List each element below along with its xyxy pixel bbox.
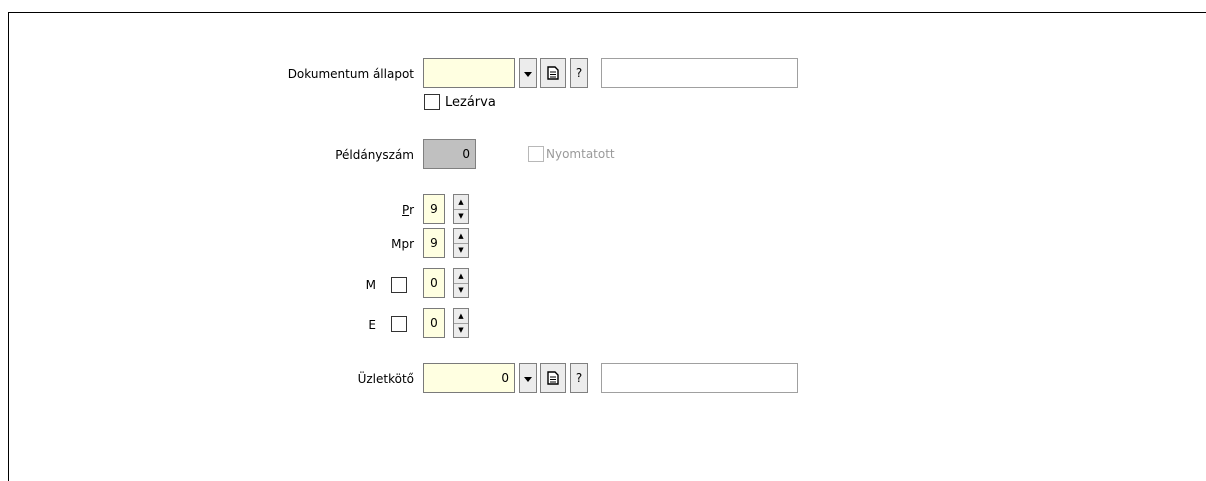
- dokumentum-allapot-help-button[interactable]: ?: [570, 58, 588, 88]
- uzletkoto-help-button[interactable]: ?: [570, 363, 588, 393]
- uzletkoto-description[interactable]: [601, 363, 798, 393]
- uzletkoto-input[interactable]: 0: [423, 363, 515, 393]
- document-icon: [547, 66, 559, 80]
- e-spin-input[interactable]: 0: [423, 308, 445, 338]
- chevron-down-icon: [524, 377, 532, 382]
- e-checkbox[interactable]: [391, 316, 407, 332]
- spin-up-icon[interactable]: ▲: [454, 229, 468, 244]
- pr-label-mnemonic: P: [402, 203, 410, 217]
- uzletkoto-dropdown-button[interactable]: [519, 363, 537, 393]
- pr-label-rest: r: [409, 203, 414, 217]
- chevron-down-icon: [524, 72, 532, 77]
- mpr-spin-buttons[interactable]: ▲ ▼: [453, 228, 469, 258]
- spin-up-icon[interactable]: ▲: [454, 269, 468, 284]
- m-spin-input[interactable]: 0: [423, 268, 445, 298]
- spin-up-icon[interactable]: ▲: [454, 309, 468, 324]
- dokumentum-allapot-dropdown-button[interactable]: [519, 58, 537, 88]
- m-label: M: [365, 278, 376, 292]
- mpr-spin-input[interactable]: 9: [423, 228, 445, 258]
- lezarva-checkbox[interactable]: [424, 94, 440, 110]
- peldanyszam-label: Példányszám: [335, 148, 414, 162]
- spin-up-icon[interactable]: ▲: [454, 195, 468, 210]
- dokumentum-allapot-details-button[interactable]: [540, 58, 566, 88]
- mpr-label: Mpr: [391, 237, 414, 251]
- dokumentum-allapot-label: Dokumentum állapot: [287, 67, 414, 81]
- spin-down-icon[interactable]: ▼: [454, 323, 468, 337]
- spin-down-icon[interactable]: ▼: [454, 243, 468, 257]
- dokumentum-allapot-description[interactable]: [601, 58, 798, 88]
- uzletkoto-label: Üzletkötő: [357, 372, 414, 386]
- spin-down-icon[interactable]: ▼: [454, 209, 468, 223]
- pr-spin-buttons[interactable]: ▲ ▼: [453, 194, 469, 224]
- nyomtatott-checkbox[interactable]: [528, 146, 544, 162]
- pr-spin-input[interactable]: 9: [423, 194, 445, 224]
- e-spin-buttons[interactable]: ▲ ▼: [453, 308, 469, 338]
- lezarva-label: Lezárva: [445, 95, 496, 110]
- nyomtatott-label: Nyomtatott: [546, 147, 615, 161]
- uzletkoto-details-button[interactable]: [540, 363, 566, 393]
- spin-down-icon[interactable]: ▼: [454, 283, 468, 297]
- peldanyszam-input[interactable]: 0: [423, 139, 476, 169]
- m-checkbox[interactable]: [391, 277, 407, 293]
- e-label: E: [368, 318, 376, 332]
- pr-label: Pr: [380, 202, 414, 218]
- dokumentum-allapot-input[interactable]: [423, 58, 515, 88]
- document-icon: [547, 371, 559, 385]
- m-spin-buttons[interactable]: ▲ ▼: [453, 268, 469, 298]
